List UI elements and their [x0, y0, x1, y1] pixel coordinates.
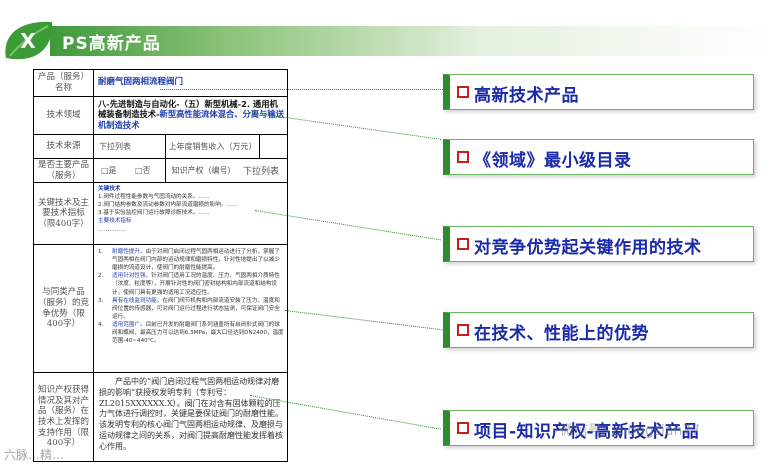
watermark-left: 六脉…精…	[4, 448, 65, 462]
sales-revenue-input[interactable]	[259, 135, 287, 158]
row-label: 关键技术及主要技术指标（限400字）	[34, 183, 94, 244]
tech-source-dropdown[interactable]: 下拉列表	[95, 141, 165, 152]
bullet-square-icon	[457, 324, 469, 336]
callout-key-technology: 对竞争优势起关键作用的技术	[443, 226, 754, 262]
row-label: 技术来源	[34, 135, 94, 158]
callout-field-catalog: 《领域》最小级目录	[443, 139, 754, 175]
form-row-ip-support: 知识产权获得情况及其对产品（服务）在技术上发挥的支持作用（限400字） 产品中的…	[34, 373, 287, 461]
list-item: 4. 适用范围广。目前已开发的耐磨阀门系列涵盖所有启闭形式阀门的球阀和蝶阀，最高…	[98, 321, 284, 345]
bullet-square-icon	[457, 151, 469, 163]
row-label: 与同类产品（服务）的竞争优势（限400字）	[34, 245, 94, 372]
bullet-square-icon	[457, 238, 469, 250]
ip-support-text[interactable]: 产品中的“阀门启闭过程气固两相运动规律对磨损的影响”获授权发明专利（专利号：ZL…	[95, 373, 287, 461]
ip-number-dropdown[interactable]: 下拉列表	[241, 164, 287, 177]
connector-line	[284, 310, 444, 331]
form-row-main-product: 是否主要产品（服务） □是 □否 知识产权（编号） 下拉列表	[34, 159, 287, 183]
badge-letter: X	[20, 29, 36, 53]
form-row-product-name: 产品（服务）名称 耐磨气固两相流程阀门	[34, 70, 287, 97]
row-label: 产品（服务）名称	[34, 70, 94, 96]
form-row-key-tech: 关键技术及主要技术指标（限400字） 关键技术 1.阀件过程性能参数与气固流动的…	[34, 183, 287, 245]
advantage-content[interactable]: 1. 耐磨性提升。由于对阀门启闭过程气固两相运动进行了分析，掌握了气固两相在阀门…	[95, 245, 287, 372]
key-tech-content[interactable]: 关键技术 1.阀件过程性能参数与气固流动的关系。…… 2.阀门结构参数及流动参数…	[95, 183, 287, 244]
tech-field-value[interactable]: 八-先进制造与自动化-（五）新型机械-2. 通用机械装备制造技术-新型高性能流体…	[95, 97, 287, 134]
callout-high-tech-product: 高新技术产品	[443, 74, 754, 110]
form-row-tech-source: 技术来源 下拉列表 上年度销售收入（万元）	[34, 135, 287, 159]
slide-header: X PS高新产品	[0, 18, 772, 64]
yes-checkbox[interactable]: □是	[95, 165, 135, 176]
product-name-value[interactable]: 耐磨气固两相流程阀门	[98, 77, 183, 88]
list-item: 2. 适用针对性强。针对阀门适用工况的温度、压力、气固两相介质特性（浓度、粒度等…	[98, 273, 280, 296]
product-form-table: 产品（服务）名称 耐磨气固两相流程阀门 技术领域 八-先进制造与自动化-（五）新…	[33, 69, 288, 462]
form-row-tech-field: 技术领域 八-先进制造与自动化-（五）新型机械-2. 通用机械装备制造技术-新型…	[34, 97, 287, 135]
sales-revenue-label: 上年度销售收入（万元）	[165, 135, 259, 158]
row-label: 技术领域	[34, 97, 94, 134]
bullet-square-icon	[457, 86, 469, 98]
ip-number-label: 知识产权（编号）	[165, 159, 241, 182]
row-label: 是否主要产品（服务）	[34, 159, 94, 182]
form-row-competitive-advantage: 与同类产品（服务）的竞争优势（限400字） 1. 耐磨性提升。由于对阀门启闭过程…	[34, 245, 287, 373]
bullet-square-icon	[457, 422, 469, 434]
connector-line	[160, 89, 443, 90]
list-item: 3. 具有在线监测功能。在阀门阀节机构和内部流道安装了压力、温度和阀位置的传感器…	[98, 297, 280, 320]
page-title: PS高新产品	[62, 34, 161, 54]
callout-advantages: 在技术、性能上的优势	[443, 312, 754, 348]
no-checkbox[interactable]: □否	[135, 165, 165, 176]
watermark-right: 微信号: zhongsian77	[560, 423, 701, 439]
list-item: 1. 耐磨性提升。由于对阀门启闭过程气固两相运动进行了分析，掌握了气固两相在阀门…	[98, 249, 280, 272]
